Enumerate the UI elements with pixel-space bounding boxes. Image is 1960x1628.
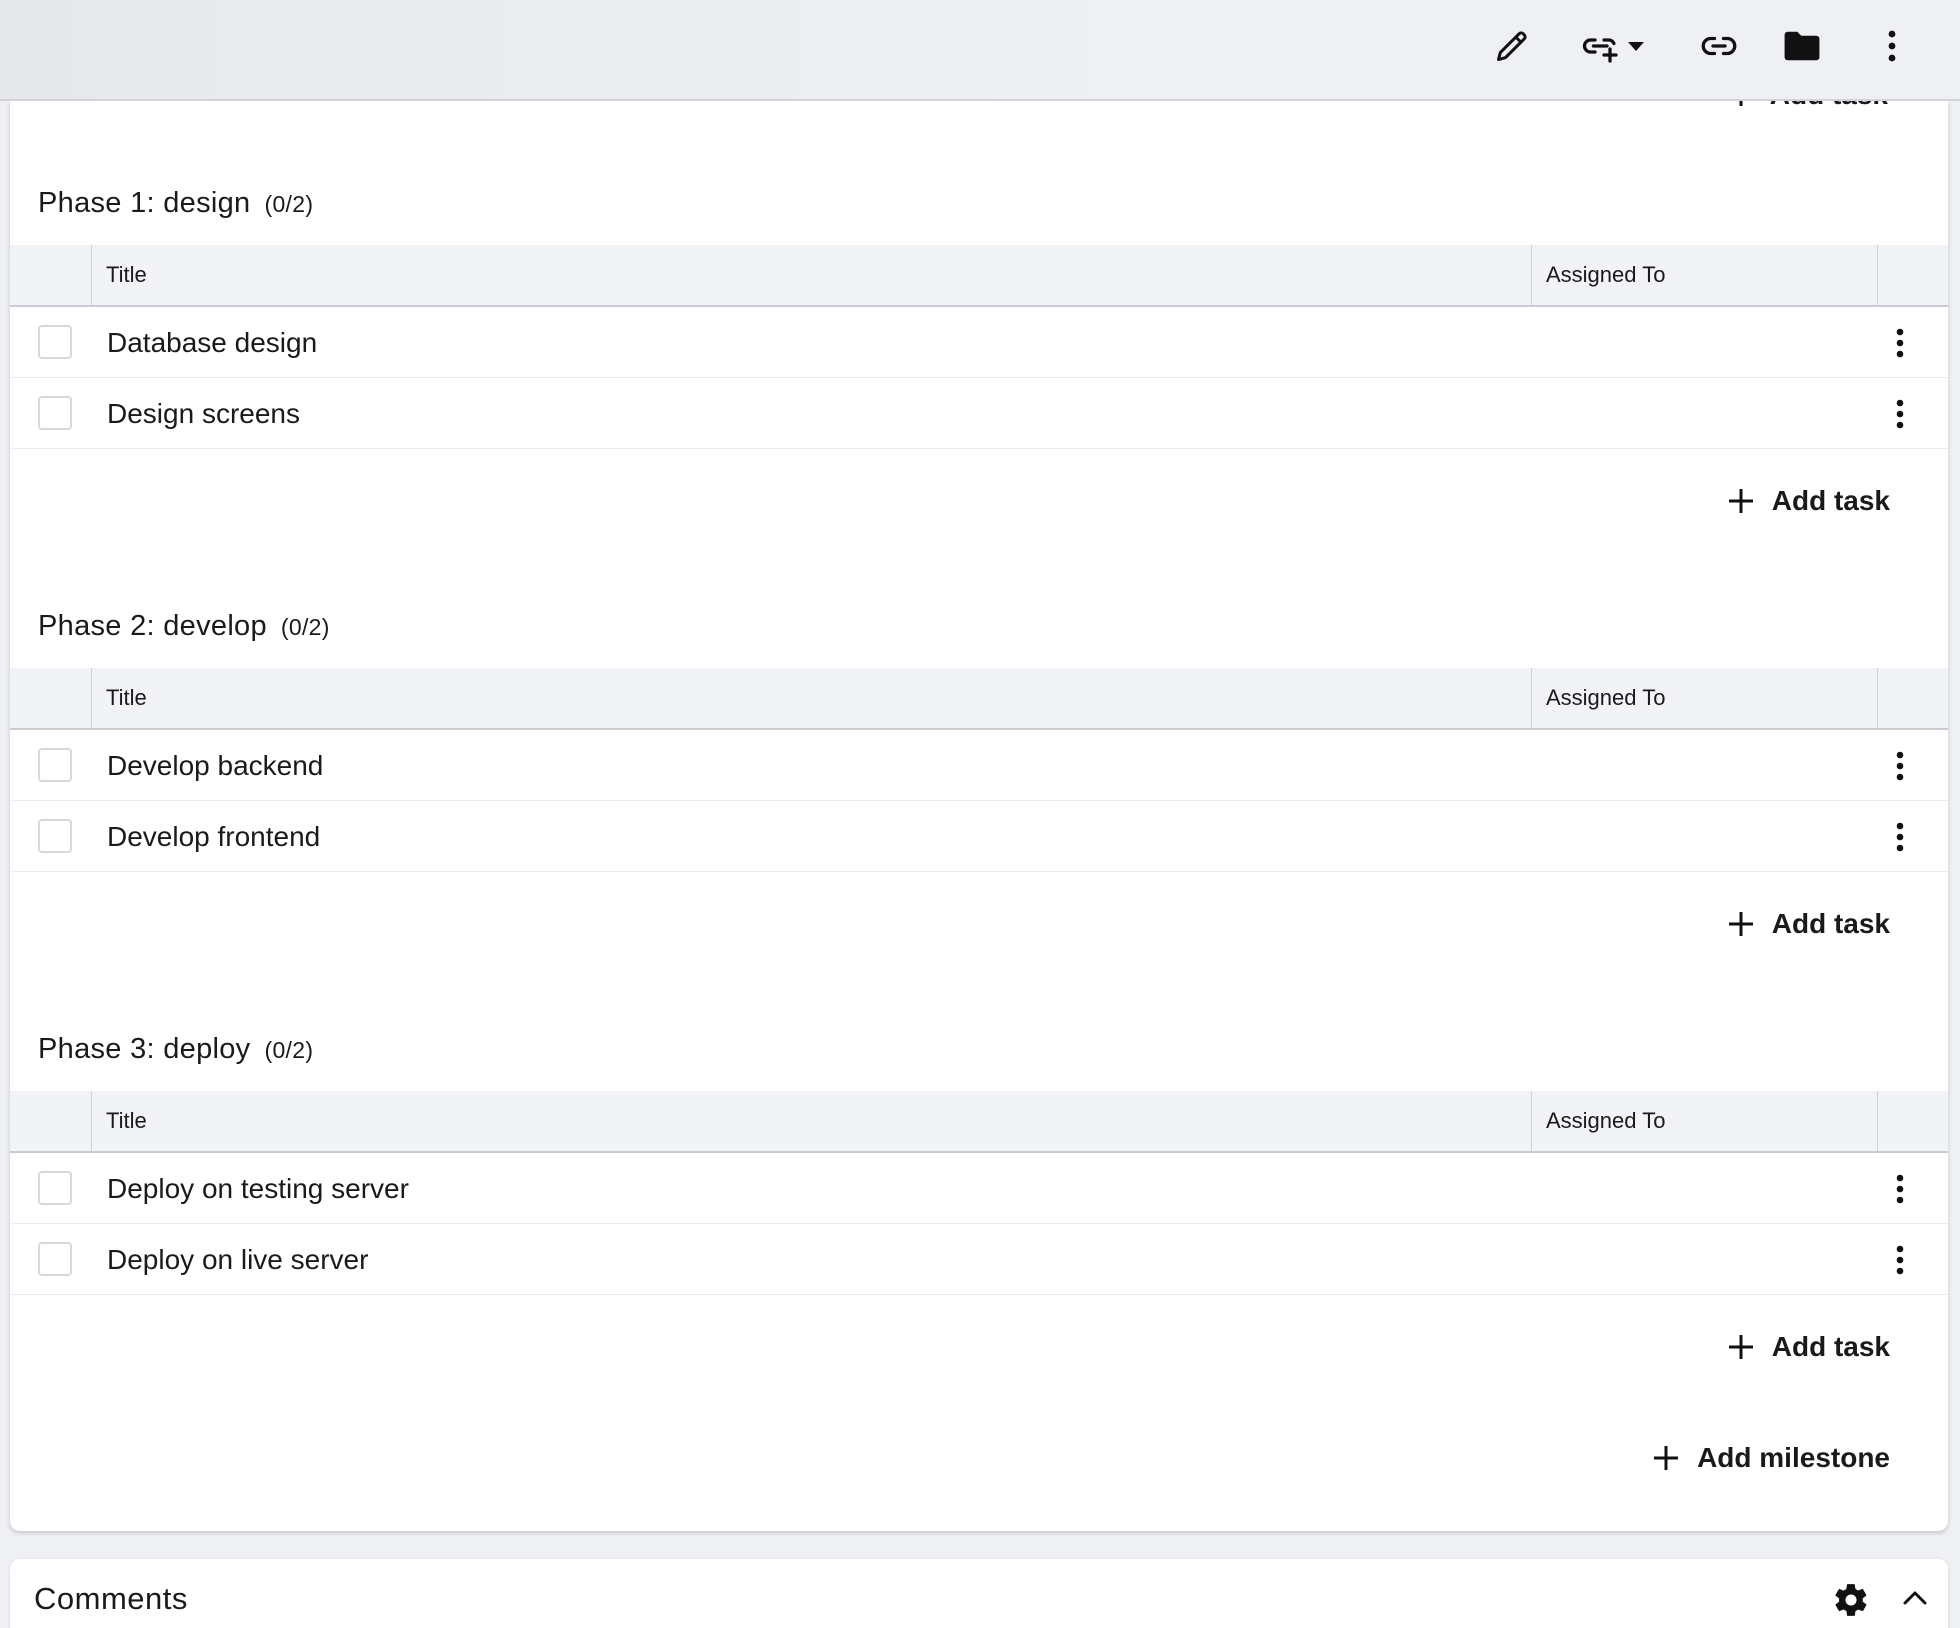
add-task-label: Add task	[1771, 485, 1890, 516]
plus-icon	[1654, 1446, 1679, 1470]
task-checkbox[interactable]	[38, 819, 72, 853]
more-vertical-icon	[1896, 822, 1904, 852]
edit-button[interactable]	[1490, 22, 1534, 70]
task-checkbox[interactable]	[38, 1242, 72, 1276]
task-menu-button[interactable]	[1880, 394, 1920, 434]
link-icon	[1701, 36, 1737, 56]
phase-count: (0/2)	[280, 614, 330, 640]
task-title[interactable]: Develop backend	[107, 730, 323, 801]
table-header: Title Assigned To	[10, 245, 1948, 307]
collapse-comments-button[interactable]	[1902, 1587, 1928, 1614]
table-row[interactable]: Deploy on live server	[10, 1224, 1948, 1295]
caret-down-icon	[1628, 42, 1644, 51]
column-header-title[interactable]: Title	[92, 1091, 147, 1151]
pencil-icon	[1497, 31, 1527, 61]
add-task-label: Add task	[1771, 908, 1890, 939]
folder-button[interactable]	[1780, 22, 1824, 70]
task-title[interactable]: Deploy on testing server	[107, 1153, 409, 1224]
phase-name: Phase 2: develop	[38, 610, 267, 642]
comments-title: Comments	[34, 1581, 188, 1616]
copy-link-button[interactable]	[1696, 22, 1742, 70]
task-checkbox[interactable]	[38, 748, 72, 782]
add-task-label: Add task	[1770, 101, 1888, 111]
task-menu-button[interactable]	[1880, 1169, 1920, 1209]
add-task-button[interactable]: Add task	[1728, 1331, 1890, 1363]
table-header: Title Assigned To	[10, 1091, 1948, 1153]
task-title[interactable]: Design screens	[107, 378, 300, 449]
phase-title: Phase 2: develop (0/2)	[38, 610, 330, 643]
more-vertical-icon	[1896, 1245, 1904, 1275]
milestones-card: Add task Phase 1: design (0/2) Title Ass…	[10, 101, 1948, 1531]
table-row[interactable]: Develop frontend	[10, 801, 1948, 872]
plus-icon	[1728, 489, 1753, 513]
add-link-dropdown-button[interactable]	[1576, 22, 1650, 70]
phase-count: (0/2)	[264, 191, 314, 217]
column-header-assigned-to[interactable]: Assigned To	[1532, 668, 1665, 728]
chevron-up-icon	[1903, 1591, 1927, 1605]
column-header-title[interactable]: Title	[92, 668, 147, 728]
column-header-title[interactable]: Title	[92, 245, 147, 305]
add-task-button-partial[interactable]: Add task	[1728, 101, 1888, 111]
task-checkbox[interactable]	[38, 396, 72, 430]
phase-title: Phase 1: design (0/2)	[38, 187, 313, 220]
more-vertical-icon	[1896, 751, 1904, 781]
phase-name: Phase 1: design	[38, 187, 251, 219]
more-vertical-icon	[1888, 30, 1896, 62]
table-row[interactable]: Database design	[10, 307, 1948, 378]
task-menu-button[interactable]	[1880, 746, 1920, 786]
table-row[interactable]: Deploy on testing server	[10, 1153, 1948, 1224]
add-task-button[interactable]: Add task	[1728, 485, 1890, 517]
phase-title: Phase 3: deploy (0/2)	[38, 1033, 313, 1066]
task-title[interactable]: Database design	[107, 307, 317, 378]
plus-icon	[1728, 912, 1753, 936]
add-milestone-label: Add milestone	[1697, 1442, 1890, 1473]
phase-name: Phase 3: deploy	[38, 1033, 251, 1065]
table-row[interactable]: Design screens	[10, 378, 1948, 449]
table-header: Title Assigned To	[10, 668, 1948, 730]
task-menu-button[interactable]	[1880, 1240, 1920, 1280]
phase-count: (0/2)	[264, 1037, 314, 1063]
task-checkbox[interactable]	[38, 1171, 72, 1205]
plus-icon	[1728, 1335, 1753, 1359]
more-options-button[interactable]	[1872, 22, 1912, 70]
task-title[interactable]: Develop frontend	[107, 801, 320, 872]
task-menu-button[interactable]	[1880, 323, 1920, 363]
more-vertical-icon	[1896, 1174, 1904, 1204]
comments-settings-button[interactable]	[1832, 1581, 1870, 1624]
column-header-assigned-to[interactable]: Assigned To	[1532, 1091, 1665, 1151]
table-row[interactable]: Develop backend	[10, 730, 1948, 801]
task-menu-button[interactable]	[1880, 817, 1920, 857]
add-milestone-button[interactable]: Add milestone	[1653, 1442, 1890, 1474]
add-task-label: Add task	[1771, 1331, 1890, 1362]
add-task-button[interactable]: Add task	[1728, 908, 1890, 940]
comments-card: Comments	[10, 1559, 1948, 1628]
gear-icon	[1835, 1584, 1867, 1616]
task-title[interactable]: Deploy on live server	[107, 1224, 368, 1295]
task-checkbox[interactable]	[38, 325, 72, 359]
column-header-assigned-to[interactable]: Assigned To	[1532, 245, 1665, 305]
more-vertical-icon	[1896, 399, 1904, 429]
plus-icon	[1739, 101, 1743, 106]
more-vertical-icon	[1896, 328, 1904, 358]
link-add-icon	[1582, 38, 1618, 63]
top-toolbar	[0, 0, 1960, 101]
folder-icon	[1784, 31, 1820, 61]
